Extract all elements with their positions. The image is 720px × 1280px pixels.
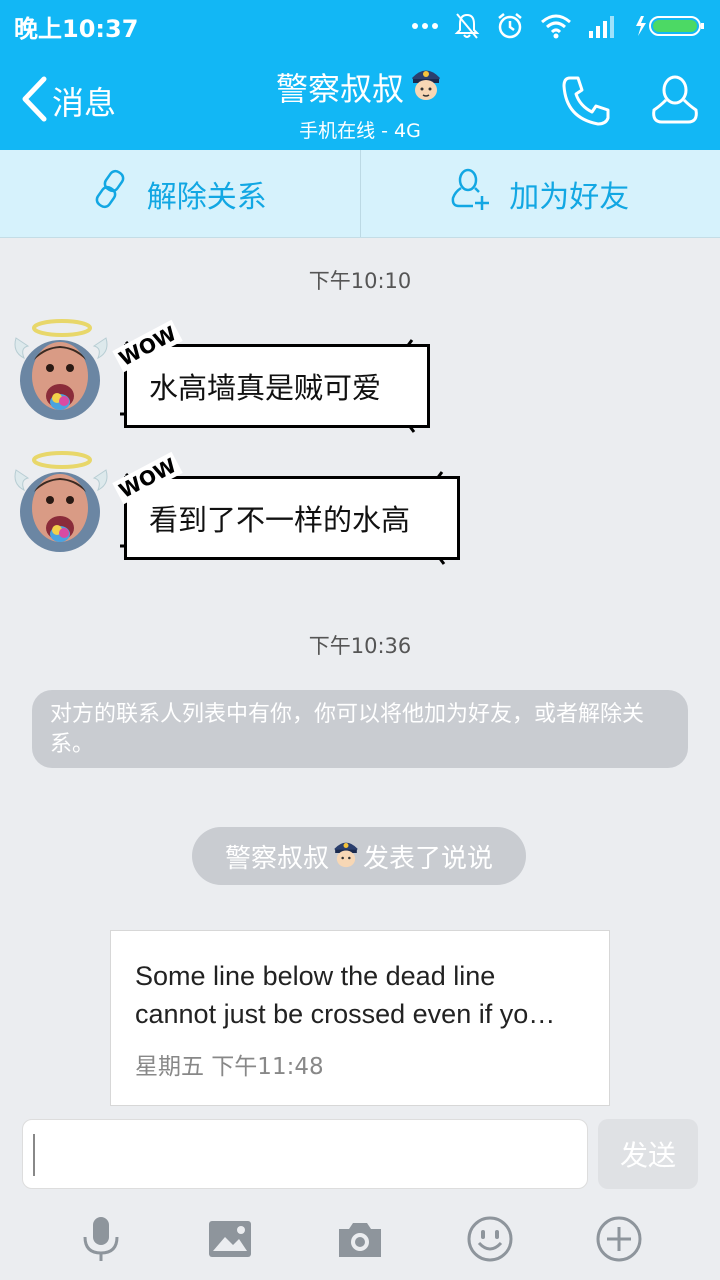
chevron-left-icon <box>20 76 48 126</box>
chat-header: 消息 警察叔叔 手机在线 - 4G <box>0 52 720 150</box>
add-friend-button[interactable]: 加为好友 <box>359 150 720 237</box>
feed-post-line-2: cannot just be crossed even if yo… <box>135 999 556 1029</box>
phone-icon[interactable] <box>560 74 610 130</box>
mute-bell-icon <box>454 12 480 40</box>
camera-icon[interactable] <box>328 1207 392 1271</box>
feed-notice-name: 警察叔叔 <box>224 843 329 874</box>
status-icons <box>412 12 706 40</box>
plus-icon[interactable] <box>587 1207 651 1271</box>
feed-post-line-1: Some line below the dead line <box>135 961 496 991</box>
contact-avatar[interactable] <box>10 318 110 426</box>
message-bubble[interactable]: 看到了不一样的水高 WOW <box>112 451 468 570</box>
more-dots-icon <box>412 22 438 30</box>
police-officer-emoji <box>408 65 444 109</box>
feed-notice-suffix: 发表了说说 <box>363 843 494 874</box>
title-area[interactable]: 警察叔叔 手机在线 - 4G <box>180 64 540 143</box>
emoji-icon[interactable] <box>458 1207 522 1271</box>
add-user-icon <box>451 168 491 220</box>
remove-relationship-label: 解除关系 <box>146 179 267 215</box>
online-status: 手机在线 - 4G <box>299 120 421 142</box>
add-friend-label: 加为好友 <box>509 179 630 215</box>
battery-charging-icon <box>634 13 706 39</box>
send-button[interactable]: 发送 <box>598 1119 698 1189</box>
back-button[interactable]: 消息 <box>20 76 116 126</box>
text-caret <box>33 1134 35 1176</box>
message-text: 看到了不一样的水高 <box>124 476 460 560</box>
composer-toolbar <box>0 1198 720 1280</box>
message-bubble[interactable]: 水高墙真是贼可爱 WOW <box>112 319 438 438</box>
back-label: 消息 <box>52 84 117 122</box>
timestamp: 下午10:36 <box>308 634 412 658</box>
wifi-icon <box>540 13 572 39</box>
feed-post-time: 星期五 下午11:48 <box>135 1054 324 1080</box>
alarm-icon <box>496 12 524 40</box>
unlink-icon <box>93 169 129 219</box>
microphone-icon[interactable] <box>69 1207 133 1271</box>
contact-avatar[interactable] <box>10 450 110 558</box>
message-input[interactable] <box>22 1119 588 1189</box>
signal-icon <box>588 14 618 38</box>
feed-post-card[interactable]: Some line below the dead line cannot jus… <box>110 930 610 1106</box>
profile-icon[interactable] <box>650 74 700 130</box>
remove-relationship-button[interactable]: 解除关系 <box>0 150 360 237</box>
system-message: 对方的联系人列表中有你，你可以将他加为好友，或者解除关系。 <box>32 690 688 768</box>
police-officer-emoji <box>331 838 361 875</box>
image-icon[interactable] <box>198 1207 262 1271</box>
timestamp: 下午10:10 <box>308 269 412 293</box>
status-time: 晚上10:37 <box>14 14 139 43</box>
status-bar: 晚上10:37 <box>0 0 720 52</box>
feed-notice[interactable]: 警察叔叔 发表了说说 <box>192 827 526 885</box>
page-title: 警察叔叔 <box>275 70 404 108</box>
relationship-action-bar: 解除关系 加为好友 <box>0 150 720 238</box>
message-text: 水高墙真是贼可爱 <box>124 344 430 428</box>
